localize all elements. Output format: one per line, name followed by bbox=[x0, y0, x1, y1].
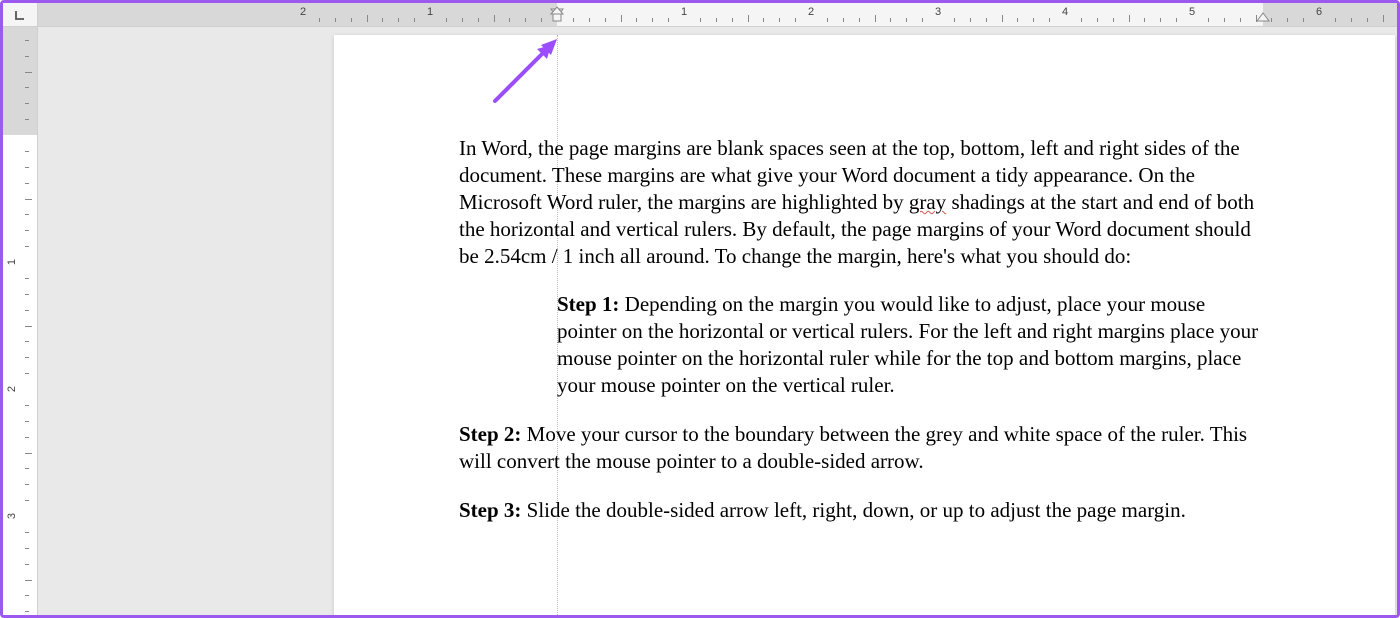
hruler-number: 1 bbox=[681, 6, 687, 18]
step-2-paragraph: Step 2: Move your cursor to the boundary… bbox=[459, 421, 1265, 475]
hruler-number: 1 bbox=[427, 6, 433, 18]
vruler-number: 2 bbox=[6, 386, 18, 392]
step-3-text: Slide the double-sided arrow left, right… bbox=[521, 498, 1185, 522]
document-viewport[interactable]: In Word, the page margins are blank spac… bbox=[38, 27, 1397, 615]
hruler-right-margin-shade bbox=[1263, 3, 1397, 27]
hruler-left-margin-shade bbox=[38, 3, 557, 27]
hruler-number: 6 bbox=[1316, 6, 1322, 18]
step-1-label: Step 1: bbox=[557, 292, 619, 316]
hruler-number: 4 bbox=[1062, 6, 1068, 18]
tab-stop-icon bbox=[14, 9, 26, 21]
horizontal-ruler[interactable]: 2 1 1 2 3 4 5 6 bbox=[38, 3, 1397, 27]
vruler-number: 3 bbox=[6, 513, 18, 519]
step-2-text: Move your cursor to the boundary between… bbox=[459, 422, 1247, 473]
ruler-corner bbox=[3, 3, 38, 27]
hruler-number: 2 bbox=[808, 6, 814, 18]
spelling-error: gray bbox=[909, 190, 946, 214]
hruler-number: 2 bbox=[300, 6, 306, 18]
vruler-number: 1 bbox=[6, 259, 18, 265]
intro-paragraph: In Word, the page margins are blank spac… bbox=[459, 135, 1265, 269]
vertical-ruler[interactable]: 1234 bbox=[3, 27, 38, 615]
right-indent-marker[interactable] bbox=[1256, 9, 1270, 27]
hanging-indent-marker[interactable] bbox=[550, 6, 564, 27]
hruler-number: 3 bbox=[935, 6, 941, 18]
step-2-label: Step 2: bbox=[459, 422, 521, 446]
step-3-paragraph: Step 3: Slide the double-sided arrow lef… bbox=[459, 497, 1265, 524]
step-1-text: Depending on the margin you would like t… bbox=[557, 292, 1258, 397]
document-page[interactable]: In Word, the page margins are blank spac… bbox=[334, 35, 1395, 615]
indent-up-triangle-icon bbox=[1256, 12, 1270, 22]
step-1-paragraph: Step 1: Depending on the margin you woul… bbox=[557, 291, 1265, 399]
app-frame: 2 1 1 2 3 4 5 6 1 2 3 4 In Word, the page margins … bbox=[0, 0, 1400, 618]
hruler-number: 5 bbox=[1189, 6, 1195, 18]
step-3-label: Step 3: bbox=[459, 498, 521, 522]
page-content[interactable]: In Word, the page margins are blank spac… bbox=[459, 135, 1265, 546]
indent-up-triangle-square-icon bbox=[550, 6, 564, 22]
vruler-top-margin-shade bbox=[3, 27, 38, 135]
